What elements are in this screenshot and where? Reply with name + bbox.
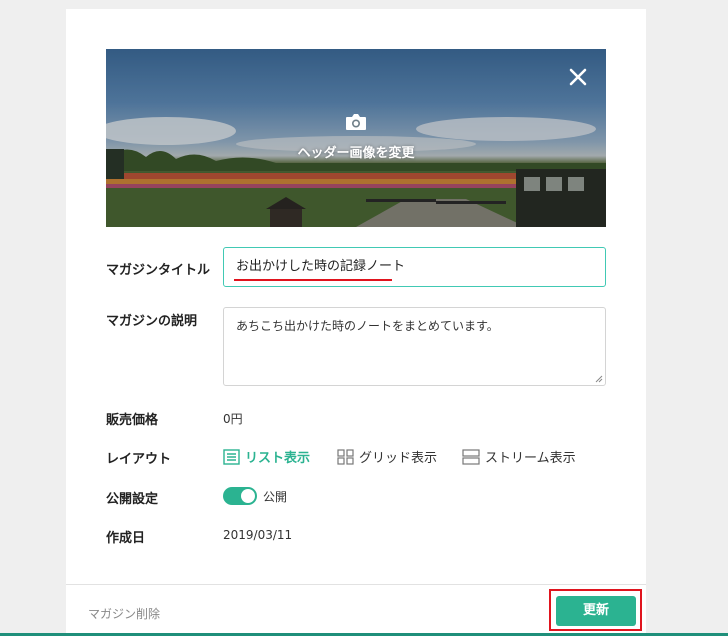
visibility-value: 公開 — [263, 490, 288, 504]
price-value: 0円 — [223, 412, 243, 426]
delete-magazine-link[interactable]: マガジン削除 — [88, 605, 160, 622]
toggle-knob — [241, 489, 255, 503]
magazine-edit-panel: ヘッダー画像を変更 マガジンタイトル お出かけした時の記録ノート マガジンの説明… — [66, 9, 646, 636]
layout-option-grid[interactable]: グリッド表示 — [337, 447, 437, 466]
layout-option-stream-label: ストリーム表示 — [485, 451, 576, 466]
visibility-toggle[interactable] — [223, 487, 257, 505]
title-input[interactable]: お出かけした時の記録ノート — [223, 247, 606, 287]
camera-icon — [346, 114, 366, 130]
layout-option-grid-label: グリッド表示 — [359, 451, 438, 466]
resize-grip-icon[interactable] — [595, 375, 603, 383]
description-text: あちこち出かけた時のノートをまとめています。 — [236, 319, 499, 333]
description-textarea[interactable]: あちこち出かけた時のノートをまとめています。 — [223, 307, 606, 386]
header-image[interactable]: ヘッダー画像を変更 — [106, 49, 606, 227]
description-label: マガジンの説明 — [106, 314, 198, 329]
change-header-label: ヘッダー画像を変更 — [297, 146, 415, 161]
change-header-button[interactable]: ヘッダー画像を変更 — [106, 113, 606, 161]
created-date: 2019/03/11 — [223, 528, 293, 542]
title-label: マガジンタイトル — [106, 263, 211, 278]
visibility-label: 公開設定 — [106, 492, 159, 507]
close-icon[interactable] — [568, 67, 588, 87]
grid-icon — [337, 448, 354, 465]
update-button[interactable]: 更新 — [556, 596, 636, 626]
title-red-underline — [234, 279, 392, 281]
panel-footer: マガジン削除 更新 — [66, 584, 646, 636]
created-label: 作成日 — [106, 531, 146, 546]
layout-label: レイアウト — [106, 452, 172, 467]
layout-option-list-label: リスト表示 — [245, 451, 311, 466]
stream-icon — [462, 448, 480, 465]
layout-option-stream[interactable]: ストリーム表示 — [462, 447, 576, 466]
list-icon — [223, 448, 240, 465]
price-label: 販売価格 — [106, 413, 159, 428]
layout-option-list[interactable]: リスト表示 — [223, 447, 310, 466]
